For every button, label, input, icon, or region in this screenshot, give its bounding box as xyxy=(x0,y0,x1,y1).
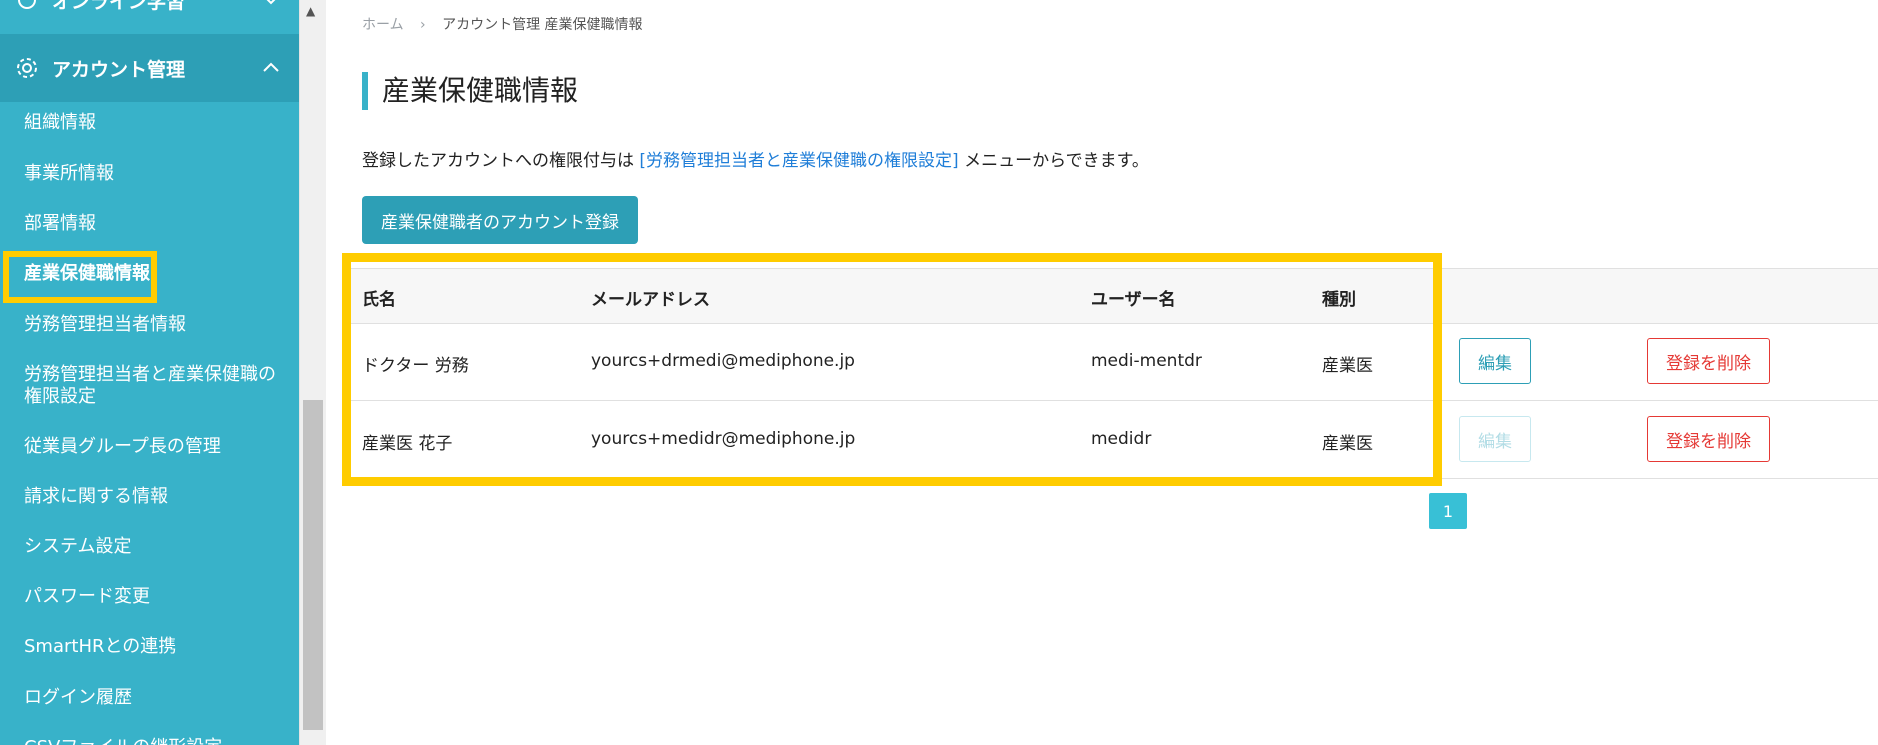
chevron-down-icon xyxy=(266,0,276,5)
sidebar-section-label: アカウント管理 xyxy=(52,58,186,81)
cell-username: medidr xyxy=(1091,429,1152,449)
sidebar-item-login-history[interactable]: ログイン履歴 xyxy=(24,687,132,709)
gear-icon xyxy=(14,55,40,81)
highlight-box xyxy=(3,251,157,303)
sidebar-item-labor-manager[interactable]: 労務管理担当者情報 xyxy=(24,314,186,336)
scrollbar-thumb[interactable] xyxy=(303,400,323,730)
breadcrumb: ホーム › アカウント管理 産業保健職情報 xyxy=(362,14,643,34)
sidebar-item-billing[interactable]: 請求に関する情報 xyxy=(24,486,168,508)
register-account-button[interactable]: 産業保健職者のアカウント登録 xyxy=(362,196,638,244)
cell-type: 産業医 xyxy=(1322,356,1373,376)
desc-prefix: 登録したアカウントへの権限付与は xyxy=(362,151,640,171)
cell-email: yourcs+drmedi@mediphone.jp xyxy=(591,351,855,371)
table-row: ドクター 労務 yourcs+drmedi@mediphone.jp medi-… xyxy=(344,323,1878,401)
table-header: 氏名 メールアドレス ユーザー名 種別 xyxy=(344,268,1878,324)
breadcrumb-home[interactable]: ホーム xyxy=(362,17,404,33)
table-row: 産業医 花子 yourcs+medidr@mediphone.jp medidr… xyxy=(344,401,1878,479)
sidebar-item-csv[interactable]: CSVファイルの継形設定 xyxy=(24,737,222,745)
sidebar-section-online-learning[interactable]: オンライン学習 xyxy=(0,0,299,22)
cell-email: yourcs+medidr@mediphone.jp xyxy=(591,429,856,449)
sidebar-item-permission-settings[interactable]: 労務管理担当者と産業保健職の 権限設定 xyxy=(24,364,284,408)
sidebar-section-label: オンライン学習 xyxy=(52,0,186,13)
cell-type: 産業医 xyxy=(1322,434,1373,454)
cell-name: 産業医 花子 xyxy=(362,434,453,454)
permission-description: 登録したアカウントへの権限付与は [労務管理担当者と産業保健職の権限設定] メニ… xyxy=(362,146,1149,171)
sidebar-item-department[interactable]: 部署情報 xyxy=(24,213,96,235)
sidebar-item-organization[interactable]: 組織情報 xyxy=(24,112,96,134)
main-content: ホーム › アカウント管理 産業保健職情報 産業保健職情報 登録したアカウントへ… xyxy=(326,0,1878,745)
sidebar-scrollbar[interactable]: ▲ xyxy=(299,0,326,745)
sidebar-section-account[interactable]: アカウント管理 xyxy=(0,34,299,102)
edit-button-disabled: 編集 xyxy=(1459,416,1531,462)
chevron-up-icon xyxy=(263,62,279,72)
desc-suffix: メニューからできます。 xyxy=(958,151,1149,171)
delete-button[interactable]: 登録を削除 xyxy=(1647,416,1770,462)
edit-button[interactable]: 編集 xyxy=(1459,338,1531,384)
permission-settings-link[interactable]: [労務管理担当者と産業保健職の権限設定] xyxy=(639,151,958,171)
header-username: ユーザー名 xyxy=(1091,290,1176,310)
scroll-up-icon[interactable]: ▲ xyxy=(306,4,315,18)
sidebar: オンライン学習 アカウント管理 組織情報 事業所情報 部署情報 産業保健職情報 … xyxy=(0,0,299,745)
header-email: メールアドレス xyxy=(591,290,710,310)
sidebar-item-system-settings[interactable]: システム設定 xyxy=(24,536,131,558)
sidebar-item-smarthr[interactable]: SmartHRとの連携 xyxy=(24,636,176,658)
breadcrumb-separator-icon: › xyxy=(420,17,426,33)
sidebar-item-password-change[interactable]: パスワード変更 xyxy=(24,586,150,608)
cell-username: medi-mentdr xyxy=(1091,351,1202,371)
breadcrumb-current: アカウント管理 産業保健職情報 xyxy=(442,17,643,33)
pagination-page-1[interactable]: 1 xyxy=(1429,493,1467,529)
sidebar-item-group-leader[interactable]: 従業員グループ長の管理 xyxy=(24,436,221,458)
header-name: 氏名 xyxy=(362,290,396,310)
graduation-icon xyxy=(14,0,40,13)
cell-name: ドクター 労務 xyxy=(362,356,469,376)
header-type: 種別 xyxy=(1322,290,1356,310)
page-title: 産業保健職情報 xyxy=(362,72,578,110)
sidebar-item-office[interactable]: 事業所情報 xyxy=(24,163,114,185)
delete-button[interactable]: 登録を削除 xyxy=(1647,338,1770,384)
